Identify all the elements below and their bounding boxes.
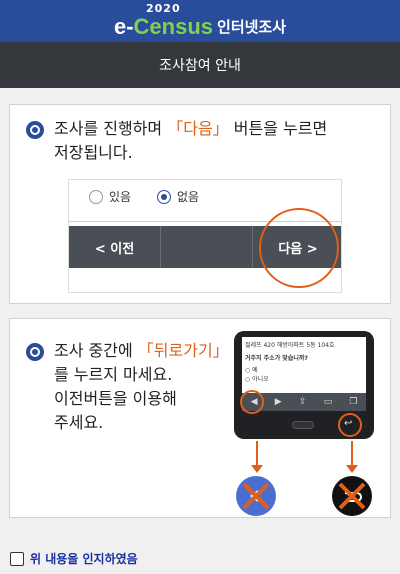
acknowledge-label[interactable]: 위 내용을 인지하였음: [30, 550, 138, 567]
next-highlight-circle: [259, 208, 339, 288]
forward-arrow-icon: ▶: [274, 397, 282, 407]
share-icon: ⇪: [298, 397, 307, 407]
app-header: 2020 e-Census 인터넷조사: [0, 0, 400, 42]
logo-subtitle: 인터넷조사: [217, 18, 287, 36]
guide-card-next: 조사를 진행하며 「다음」 버튼을 누르면 저장됩니다. 있음 없음 < 이전 …: [9, 104, 391, 304]
bookmark-icon: ▭: [323, 397, 333, 407]
no-phone-back-icon: [332, 476, 372, 516]
bullet-icon: [26, 121, 44, 139]
guide-text-next: 조사를 진행하며 「다음」 버튼을 누르면 저장됩니다.: [54, 119, 328, 162]
logo-main: e-Census: [113, 14, 214, 39]
bullet-icon: [26, 343, 44, 361]
radio-label-none: 없음: [177, 190, 200, 204]
arrow-down-left: [251, 441, 263, 473]
example-nav-spacer: [161, 226, 253, 268]
page-title: 조사참여 안내: [159, 58, 241, 74]
page-title-bar: 조사참여 안내: [0, 42, 400, 88]
example-phone: 젊레프 420 해방아파트 5동 104호 거주지 주소가 맞습니까? ○ 예 …: [234, 331, 374, 439]
phone-back-key-icon: ↩: [344, 418, 353, 429]
example-prev-button: < 이전: [69, 226, 161, 268]
logo-year: 2020: [146, 2, 181, 15]
arrow-down-right: [346, 441, 358, 473]
guide-card-back: 조사 중간에 「뒤로가기」 를 누르지 마세요. 이전버튼을 이용해 주세요. …: [9, 318, 391, 518]
guide-text-back: 조사 중간에 「뒤로가기」 를 누르지 마세요. 이전버튼을 이용해 주세요.: [54, 341, 229, 432]
acknowledge-checkbox[interactable]: [10, 551, 24, 566]
browser-back-highlight: [240, 390, 264, 414]
no-browser-back-icon: [236, 476, 276, 516]
content-area: 조사를 진행하며 「다음」 버튼을 누르면 저장됩니다. 있음 없음 < 이전 …: [0, 88, 400, 574]
acknowledge-checkbox-row[interactable]: 위 내용을 인지하였음: [10, 550, 138, 567]
radio-label-have: 있음: [109, 190, 132, 204]
radio-selected-icon: [157, 190, 171, 204]
example-screenshot-next: 있음 없음 < 이전 다음 >: [68, 179, 342, 293]
tabs-icon: ❐: [349, 397, 358, 407]
census-logo: e-Census 인터넷조사: [114, 2, 286, 40]
phone-home-button: [292, 421, 314, 429]
radio-option-icon: [89, 190, 103, 204]
